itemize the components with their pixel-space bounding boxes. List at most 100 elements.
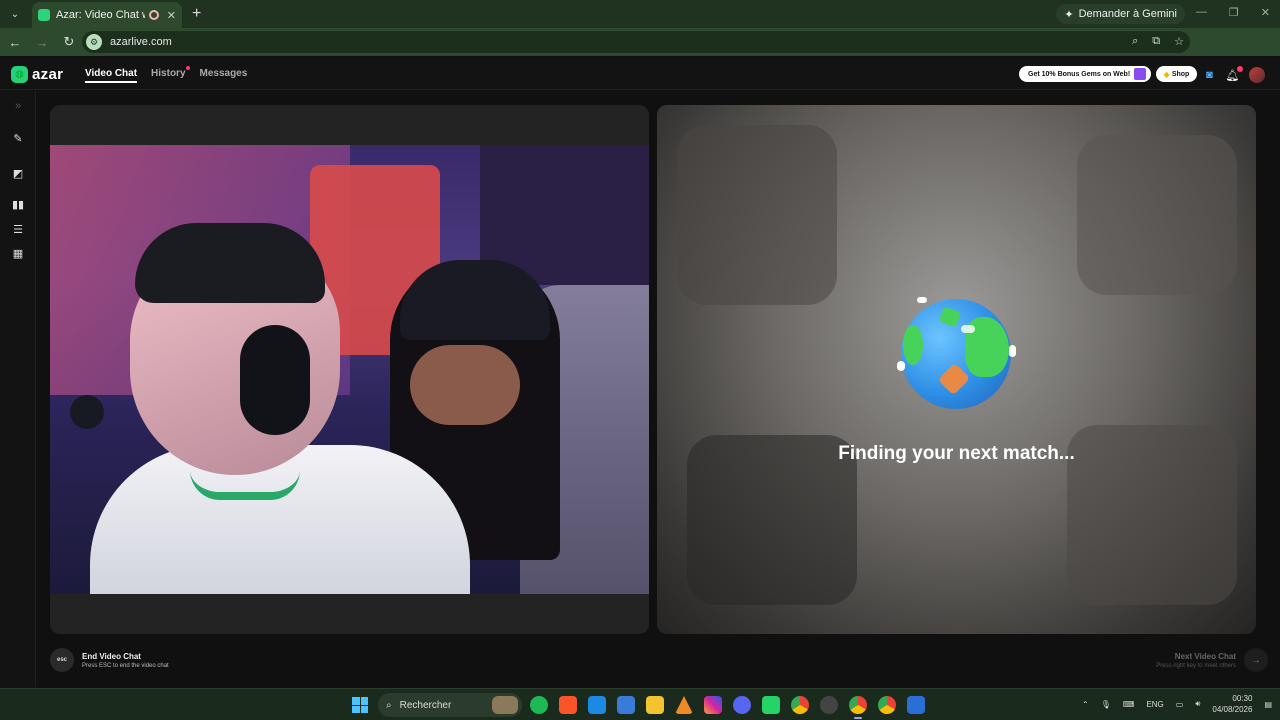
remote-desktop-icon[interactable] xyxy=(907,696,925,714)
defender-icon[interactable] xyxy=(588,696,606,714)
system-tray: ⌃ 🎙︎ ⌨ ENG ▭ 🔊︎ 00:30 04/08/2026 ▤ xyxy=(1082,693,1272,715)
my-camera-panel xyxy=(50,105,649,634)
left-sidebar: » ✎ ◩ ▮▮ ☰ ▦ xyxy=(0,91,36,687)
app-header: ◍ azar Video Chat History Messages Get 1… xyxy=(0,58,1280,90)
volume-icon[interactable]: 🔊︎ xyxy=(1195,699,1200,709)
chrome-alt-icon[interactable] xyxy=(878,696,896,714)
notification-badge xyxy=(1237,65,1243,72)
gem-icon: ◆ xyxy=(1163,69,1170,79)
recording-icon xyxy=(148,10,159,20)
url-text[interactable]: azarlive.com xyxy=(110,36,172,48)
browser-tab-bar: ⌄ Azar: Video Chat with New ✕ + ✦ Demand… xyxy=(0,0,1280,28)
store-icon[interactable] xyxy=(617,696,635,714)
vlc-icon[interactable] xyxy=(675,696,693,714)
close-tab-icon[interactable]: ✕ xyxy=(167,9,176,22)
end-chat-subtitle: Press ESC to end the video chat xyxy=(82,662,169,669)
logo-text: azar xyxy=(32,66,64,83)
shop-button[interactable]: ◆ Shop xyxy=(1156,66,1197,82)
gemini-sparkle-icon: ✦ xyxy=(1064,8,1074,21)
instagram-icon[interactable] xyxy=(704,696,722,714)
spotify-icon[interactable] xyxy=(530,696,548,714)
clock[interactable]: 00:30 04/08/2026 xyxy=(1212,693,1252,715)
language-indicator[interactable]: ENG xyxy=(1146,700,1163,709)
clock-time: 00:30 xyxy=(1232,694,1253,703)
window-close-icon[interactable]: ✕ xyxy=(1261,6,1270,19)
search-icon: ⌕ xyxy=(386,699,392,711)
taskbar-apps xyxy=(530,696,925,719)
headphones xyxy=(240,325,310,435)
nav-history-label: History xyxy=(151,68,186,79)
bookmark-star-icon[interactable]: ☆ xyxy=(1174,35,1184,48)
layout-stacked-icon[interactable]: ☰ xyxy=(11,222,25,236)
layout-side-by-side-icon[interactable]: ▮▮ xyxy=(11,197,25,211)
keyboard-icon[interactable]: ⌨ xyxy=(1123,700,1135,709)
install-app-icon[interactable]: ⧉ xyxy=(1152,35,1160,48)
omnibox[interactable]: ⚙ azarlive.com ⌕ ⧉ ☆ xyxy=(82,31,1190,53)
tab-search-icon[interactable]: ⌄ xyxy=(4,3,26,25)
chrome-active-icon[interactable] xyxy=(849,696,867,719)
tab-title: Azar: Video Chat with New xyxy=(56,9,145,21)
chrome-icon[interactable] xyxy=(791,696,809,714)
layout-grid-icon[interactable]: ▦ xyxy=(11,246,25,260)
user-avatar[interactable] xyxy=(1249,67,1265,83)
windows-taskbar: ⌕ Rechercher ⌃ 🎙︎ ⌨ ENG ▭ 🔊︎ 00:30 04/08… xyxy=(0,688,1280,720)
end-chat-title: End Video Chat xyxy=(82,651,141,661)
magic-wand-icon[interactable]: ✎ xyxy=(11,131,25,145)
gemini-label: Demander à Gemini xyxy=(1078,8,1177,20)
azar-logo-icon: ◍ xyxy=(11,66,28,83)
chat-bubble-icon[interactable]: ◙ xyxy=(1203,69,1216,82)
forward-arrow-icon[interactable]: → xyxy=(30,35,54,50)
azar-logo[interactable]: ◍ azar xyxy=(11,66,63,83)
nav-history[interactable]: History xyxy=(151,66,190,83)
site-info-icon[interactable]: ⚙ xyxy=(86,34,102,50)
address-bar-row: ← → ↻ ⚙ azarlive.com ⌕ ⧉ ☆ ⧠ ⋮ xyxy=(0,28,1280,77)
search-highlight-icon xyxy=(492,696,518,714)
taskbar-search[interactable]: ⌕ Rechercher xyxy=(378,693,522,717)
finding-match-text: Finding your next match... xyxy=(838,443,1075,464)
header-icons: ◙ 🔔︎ xyxy=(1203,65,1265,83)
restore-icon[interactable]: ❐ xyxy=(1229,6,1239,19)
brave-icon[interactable] xyxy=(559,696,577,714)
notification-center-icon[interactable]: ▤ xyxy=(1264,700,1272,709)
omnibox-actions: ⌕ ⧉ ☆ xyxy=(1132,35,1184,48)
bonus-gems-promo-button[interactable]: Get 10% Bonus Gems on Web! xyxy=(1019,66,1151,82)
nav-video-chat[interactable]: Video Chat xyxy=(85,68,138,83)
video-chat-main: Finding your next match... esc End Video… xyxy=(37,91,1280,687)
nav-messages[interactable]: Messages xyxy=(200,68,248,83)
globe-icon xyxy=(897,297,1016,409)
shop-label: Shop xyxy=(1171,70,1190,78)
minimize-icon[interactable]: — xyxy=(1196,6,1207,19)
promo-label: Get 10% Bonus Gems on Web! xyxy=(1028,70,1131,78)
expand-sidebar-icon[interactable]: » xyxy=(11,99,25,113)
new-tab-button[interactable]: + xyxy=(192,5,201,23)
network-icon[interactable]: ▭ xyxy=(1176,700,1184,709)
match-panel: Finding your next match... xyxy=(657,105,1256,634)
window-controls: — ❐ ✕ xyxy=(1196,6,1270,19)
discord-icon[interactable] xyxy=(733,696,751,714)
tray-overflow-icon[interactable]: ⌃ xyxy=(1082,700,1089,709)
clock-date: 04/08/2026 xyxy=(1212,705,1253,714)
end-video-chat[interactable]: esc End Video Chat Press ESC to end the … xyxy=(50,648,169,672)
notification-bell-icon[interactable]: 🔔︎ xyxy=(1226,65,1243,82)
azar-favicon-icon xyxy=(38,9,50,21)
file-explorer-icon[interactable] xyxy=(646,696,664,714)
back-arrow-icon[interactable]: ← xyxy=(3,35,27,50)
main-nav: Video Chat History Messages xyxy=(85,66,248,83)
whatsapp-icon[interactable] xyxy=(762,696,780,714)
browser-tab[interactable]: Azar: Video Chat with New ✕ xyxy=(32,2,182,28)
start-button[interactable] xyxy=(352,697,368,713)
history-notification-dot xyxy=(185,66,190,70)
next-arrow-button[interactable]: → xyxy=(1244,648,1268,672)
next-chat-subtitle: Press right key to meet others xyxy=(1156,662,1236,669)
next-video-chat[interactable]: Next Video Chat Press right key to meet … xyxy=(1156,648,1268,672)
zoom-icon[interactable]: ⌕ xyxy=(1132,35,1138,48)
esc-key-button[interactable]: esc xyxy=(50,648,74,672)
reload-icon[interactable]: ↻ xyxy=(57,34,81,50)
effects-icon[interactable]: ◩ xyxy=(11,166,25,180)
microphone-icon[interactable]: 🎙︎ xyxy=(1101,700,1111,709)
chrome-profile-icon[interactable] xyxy=(820,696,838,714)
search-placeholder: Rechercher xyxy=(399,699,452,711)
gemini-button[interactable]: ✦ Demander à Gemini xyxy=(1056,4,1185,24)
gift-icon xyxy=(1134,68,1146,80)
headset-mic xyxy=(70,395,104,429)
